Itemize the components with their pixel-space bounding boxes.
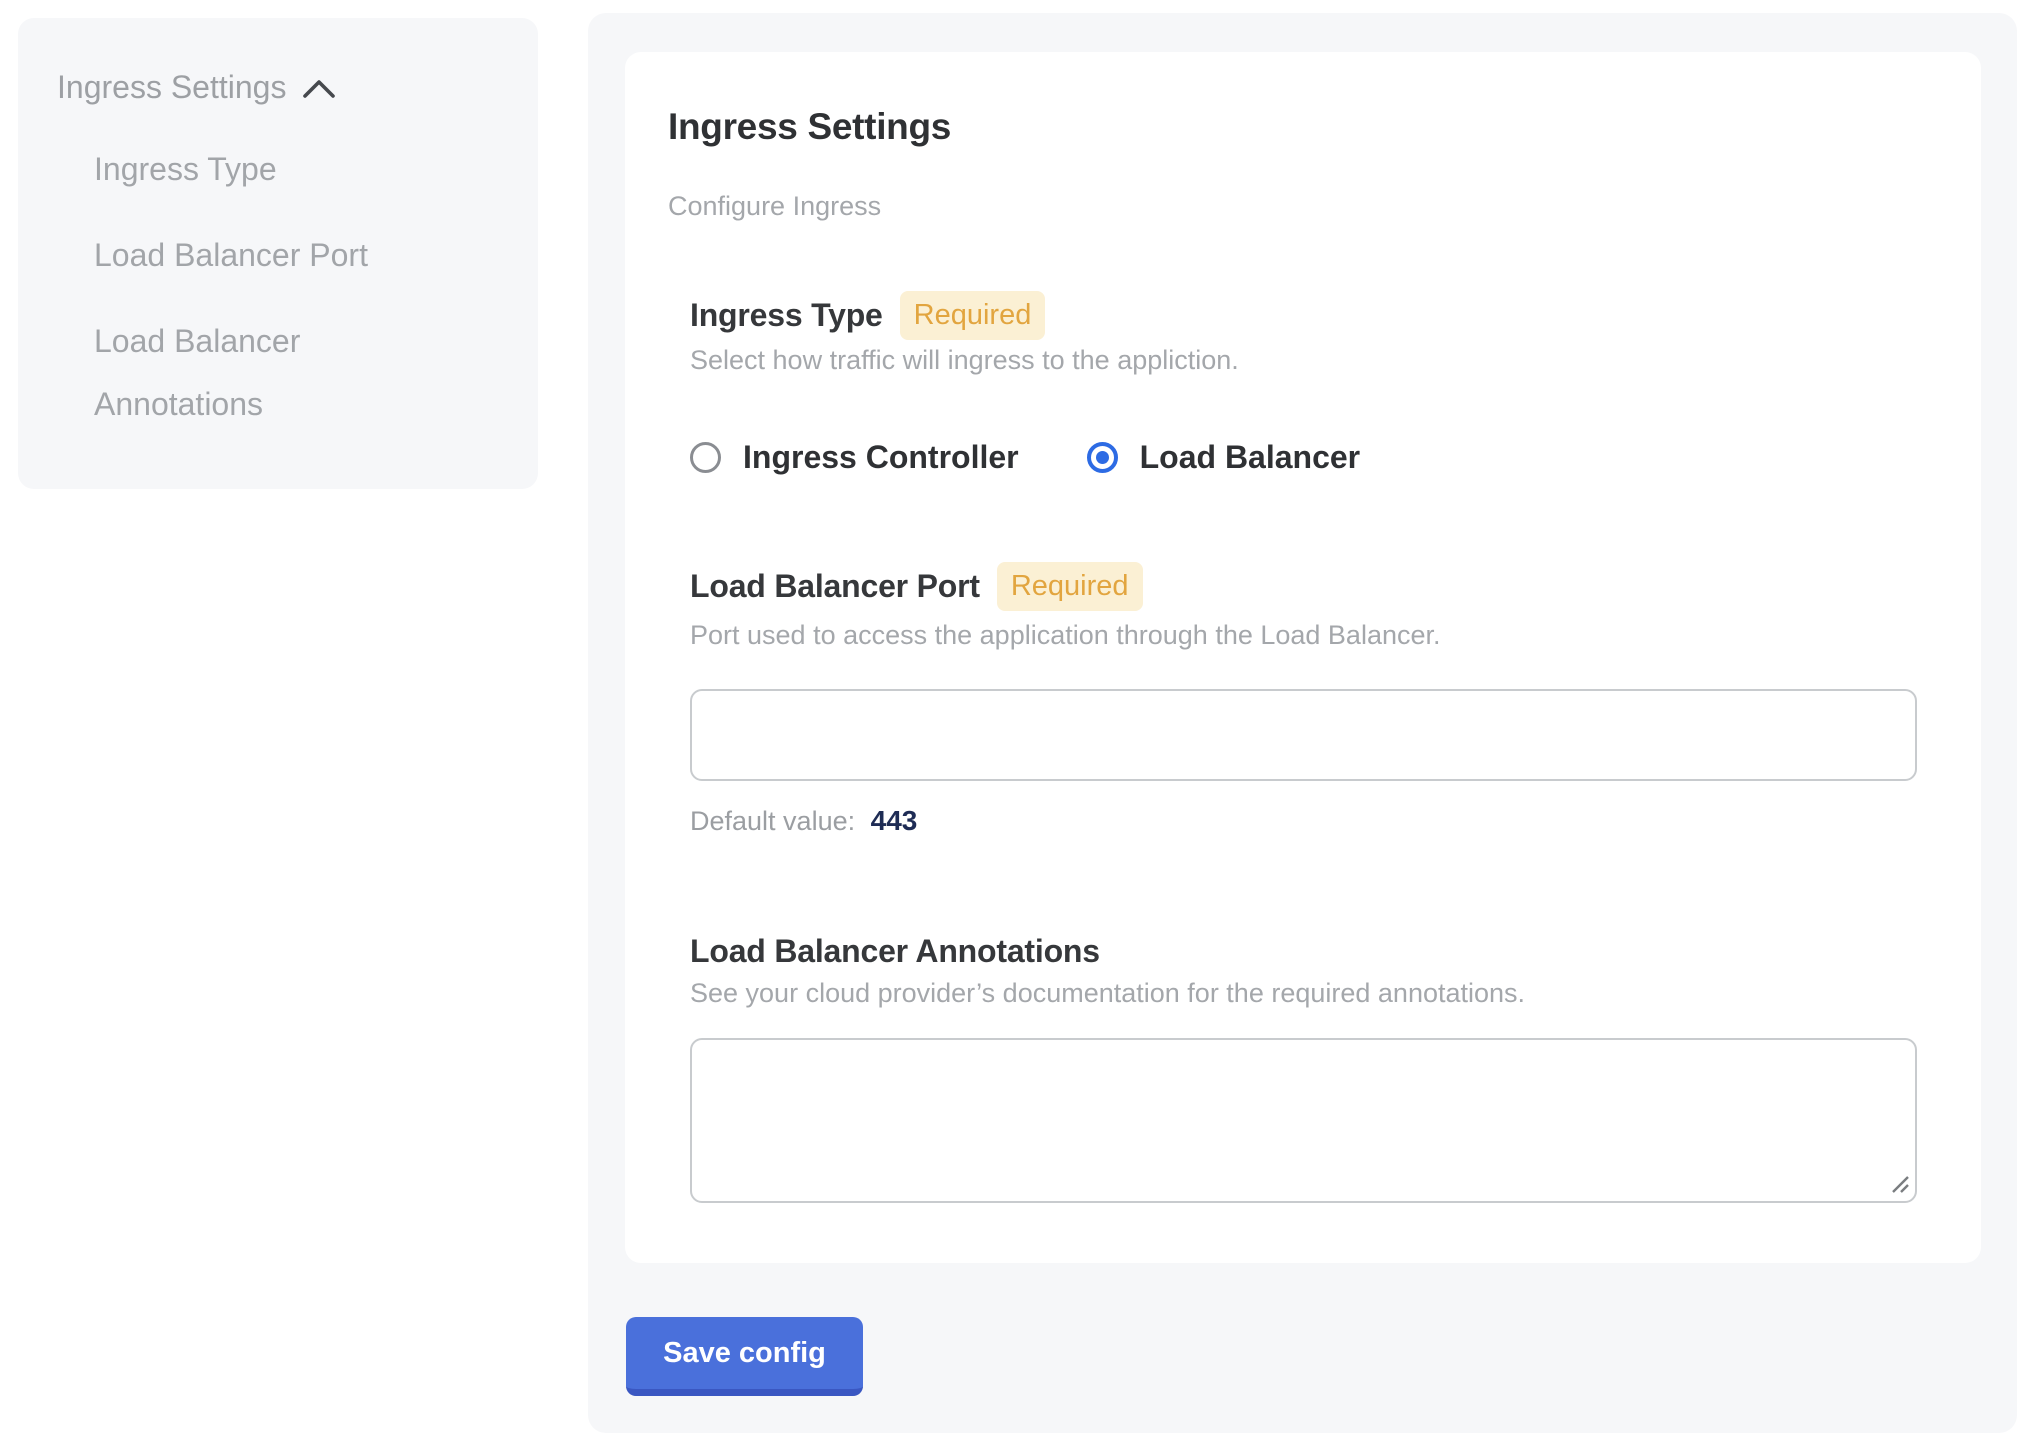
required-badge: Required xyxy=(900,291,1046,340)
sidebar-item-ingress-type[interactable]: Ingress Type xyxy=(94,138,424,201)
sidebar-section-label: Ingress Settings xyxy=(57,68,286,106)
load-balancer-annotations-description: See your cloud provider’s documentation … xyxy=(690,977,1926,1009)
radio-label-ingress-controller[interactable]: Ingress Controller xyxy=(743,439,1019,475)
radio-label-load-balancer[interactable]: Load Balancer xyxy=(1140,439,1361,475)
load-balancer-port-description: Port used to access the application thro… xyxy=(690,619,1926,651)
default-value: 443 xyxy=(871,805,918,836)
section-load-balancer-port: Load Balancer Port Required Port used to… xyxy=(690,561,1926,837)
sidebar-section-ingress-settings[interactable]: Ingress Settings xyxy=(57,68,510,106)
ingress-settings-card: Ingress Settings Configure Ingress Ingre… xyxy=(625,52,1981,1263)
ingress-type-description: Select how traffic will ingress to the a… xyxy=(690,344,1926,376)
radio-option-load-balancer[interactable]: Load Balancer xyxy=(1087,439,1361,475)
save-config-button[interactable]: Save config xyxy=(626,1317,863,1396)
page: { "sidebar": { "header": { "label": "Ing… xyxy=(0,0,2036,1452)
default-value-row: Default value: 443 xyxy=(690,805,1926,837)
ingress-type-label: Ingress Type xyxy=(690,297,883,334)
radio-unselected-icon[interactable] xyxy=(690,442,721,473)
settings-panel: Ingress Settings Configure Ingress Ingre… xyxy=(588,13,2017,1433)
radio-dot xyxy=(1096,451,1109,464)
ingress-type-radio-group: Ingress Controller Load Balancer xyxy=(690,438,1926,476)
default-value-label: Default value: xyxy=(690,806,855,836)
page-title: Ingress Settings xyxy=(668,105,1926,149)
radio-selected-icon[interactable] xyxy=(1087,442,1118,473)
radio-option-ingress-controller[interactable]: Ingress Controller xyxy=(690,439,1019,475)
section-load-balancer-annotations: Load Balancer Annotations See your cloud… xyxy=(690,929,1926,1203)
load-balancer-annotations-label: Load Balancer Annotations xyxy=(690,933,1100,970)
chevron-up-icon xyxy=(302,78,336,100)
sidebar-item-load-balancer-port[interactable]: Load Balancer Port xyxy=(94,224,424,287)
page-subtitle: Configure Ingress xyxy=(668,191,1926,222)
section-ingress-type: Ingress Type Required Select how traffic… xyxy=(690,290,1926,476)
settings-sidebar: Ingress Settings Ingress Type Load Balan… xyxy=(18,18,538,489)
load-balancer-port-input[interactable] xyxy=(690,689,1917,781)
resize-handle-icon[interactable] xyxy=(1888,1172,1910,1194)
load-balancer-port-label: Load Balancer Port xyxy=(690,568,980,605)
required-badge: Required xyxy=(997,562,1143,611)
sidebar-item-load-balancer-annotations[interactable]: Load Balancer Annotations xyxy=(94,310,424,436)
load-balancer-annotations-textarea[interactable] xyxy=(690,1038,1917,1203)
sidebar-item-list: Ingress Type Load Balancer Port Load Bal… xyxy=(57,138,510,436)
